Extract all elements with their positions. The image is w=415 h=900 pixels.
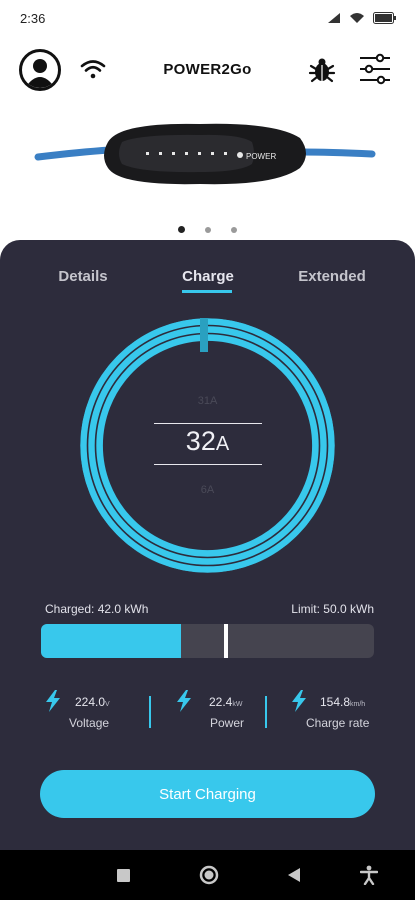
bolt-icon xyxy=(177,690,191,712)
metrics-row: 224.0V Voltage 22.4kW Power 154.8km/h Ch… xyxy=(0,690,415,736)
circle-icon[interactable] xyxy=(197,850,221,900)
ring-handle xyxy=(200,318,208,352)
wifi-icon xyxy=(350,13,364,23)
picker-line-bottom xyxy=(154,464,262,465)
sliders-icon[interactable] xyxy=(358,52,392,91)
bolt-icon xyxy=(292,690,306,712)
carousel-dot-2[interactable] xyxy=(205,226,211,233)
app-title: POWER2Go xyxy=(163,61,252,78)
metric-power: 22.4kW Power xyxy=(175,690,285,736)
charge-progress-bar[interactable] xyxy=(41,624,374,658)
metric-power-value: 22.4 xyxy=(209,695,233,709)
metric-separator xyxy=(149,696,151,728)
metric-voltage-unit: V xyxy=(105,701,110,708)
bug-icon[interactable] xyxy=(308,56,336,89)
charge-progress-fill xyxy=(41,624,181,658)
metric-charge-rate: 154.8km/h Charge rate xyxy=(290,690,400,736)
metric-charge-rate-unit: km/h xyxy=(350,701,366,708)
accessibility-icon[interactable] xyxy=(358,850,380,900)
carousel-dot-1[interactable] xyxy=(178,226,185,233)
tab-charge[interactable]: Charge xyxy=(148,268,268,285)
amperage-current[interactable]: 32A xyxy=(0,426,415,457)
tab-bar: Details Charge Extended xyxy=(0,268,415,298)
status-icons xyxy=(327,12,397,24)
metric-voltage: 224.0V Voltage xyxy=(44,690,154,736)
metric-power-label: Power xyxy=(210,716,245,730)
charge-panel: Details Charge Extended 31A 32A 6A Charg… xyxy=(0,240,415,850)
triangle-back-icon[interactable] xyxy=(284,850,304,900)
bolt-icon xyxy=(46,690,60,712)
start-charging-button[interactable]: Start Charging xyxy=(40,770,375,818)
amperage-current-unit: A xyxy=(215,433,230,455)
charger-device-image: POWER xyxy=(0,112,415,217)
charge-limit-handle[interactable] xyxy=(224,624,228,658)
limit-label: Limit: 50.0 kWh xyxy=(291,602,374,616)
carousel-indicator xyxy=(0,226,415,233)
active-tab-indicator xyxy=(182,290,232,293)
battery-icon xyxy=(373,12,396,24)
charged-label: Charged: 42.0 kWh xyxy=(45,602,149,616)
square-icon[interactable] xyxy=(112,850,134,900)
status-bar: 2:36 xyxy=(0,0,415,36)
picker-line-top xyxy=(154,423,262,424)
amperage-previous: 31A xyxy=(197,395,218,407)
signal-icon xyxy=(328,13,340,23)
metric-voltage-label: Voltage xyxy=(69,716,110,730)
tab-extended[interactable]: Extended xyxy=(272,268,392,285)
metric-separator xyxy=(265,696,267,728)
app-header: POWER2Go xyxy=(0,44,415,96)
status-time: 2:36 xyxy=(20,10,46,26)
system-nav-bar xyxy=(0,850,415,900)
device-brand-label: POWER xyxy=(246,152,276,161)
metric-charge-rate-value: 154.8 xyxy=(320,695,351,709)
amperage-next: 6A xyxy=(200,484,215,496)
tab-details[interactable]: Details xyxy=(23,268,143,285)
amperage-current-value: 32 xyxy=(185,426,216,456)
metric-voltage-value: 224.0 xyxy=(75,695,106,709)
metric-charge-rate-label: Charge rate xyxy=(306,716,370,730)
carousel-dot-3[interactable] xyxy=(231,226,237,233)
metric-power-unit: kW xyxy=(232,701,243,708)
